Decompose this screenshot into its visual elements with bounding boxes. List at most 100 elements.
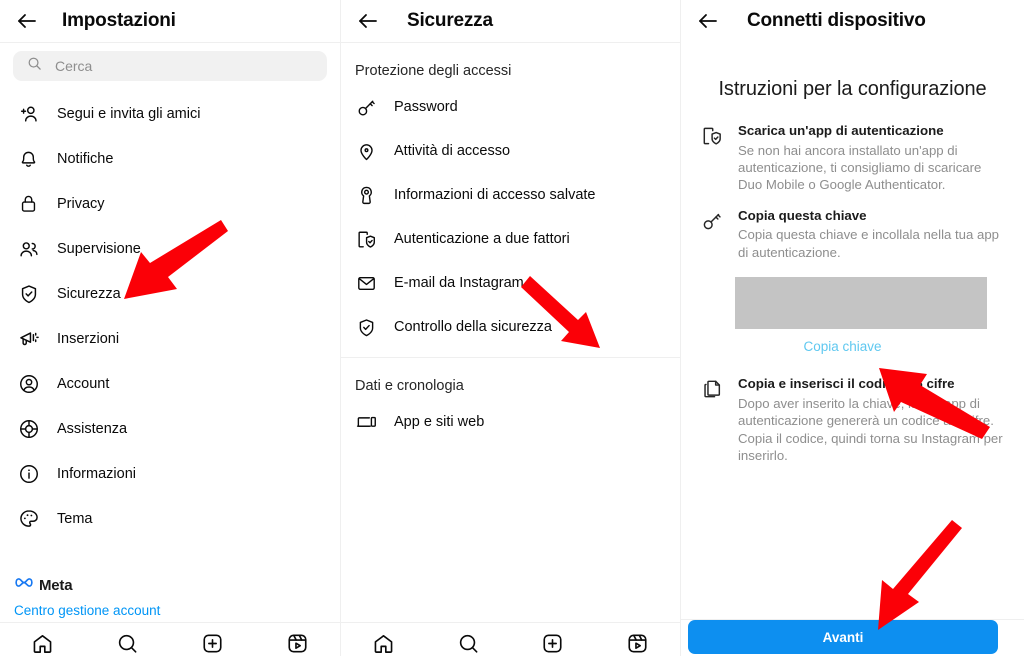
sidebar-item-informazioni[interactable]: Informazioni: [0, 451, 340, 496]
section-title: Dati e cronologia: [355, 378, 464, 394]
reels-icon: [288, 633, 307, 653]
megaphone-icon: [17, 327, 40, 350]
settings-list: Segui e invita gli amici Notifiche Priva…: [0, 81, 340, 541]
instruction-text: Scarica un'app di autenticazione Se non …: [738, 123, 1008, 194]
devices-icon: [355, 411, 377, 433]
screenshot-root: Impostazioni Cerca Segui e invita gli am…: [0, 0, 1024, 656]
add-square-icon: [543, 633, 562, 653]
security-item-app-e-siti-web[interactable]: App e siti web: [341, 400, 680, 444]
account-center-link[interactable]: Centro gestione account: [14, 603, 160, 618]
tab-search[interactable]: [426, 623, 511, 656]
add-square-icon: [203, 633, 222, 653]
copy-icon: [701, 376, 725, 464]
reels-icon: [628, 633, 647, 653]
security-item-attivita-di-accesso[interactable]: Attività di accesso: [341, 129, 680, 173]
security-item-controllo-della-sicurezza[interactable]: Controllo della sicurezza: [341, 305, 680, 349]
sidebar-item-label: Inserzioni: [57, 330, 120, 347]
security-item-informazioni-di-accesso-salvate[interactable]: Informazioni di accesso salvate: [341, 173, 680, 217]
search-placeholder: Cerca: [55, 58, 93, 74]
page-title: Sicurezza: [407, 10, 493, 31]
instruction-description: Copia questa chiave e incollala nella tu…: [738, 227, 1000, 260]
security-section-dati: Dati e cronologia App e siti web: [341, 358, 680, 444]
security-item-autenticazione-a-due-fattori[interactable]: Autenticazione a due fattori: [341, 217, 680, 261]
sidebar-item-label: Informazioni: [57, 465, 136, 482]
security-header: Sicurezza: [341, 0, 680, 42]
bottom-tabbar: [341, 622, 680, 656]
sidebar-item-label: Supervisione: [57, 240, 141, 257]
meta-label: Meta: [39, 576, 73, 594]
two-factor-shield-icon: [701, 123, 725, 194]
sidebar-item-label: Account: [57, 375, 110, 392]
instruction-description: Dopo aver inserito la chiave, la tua app…: [738, 395, 1003, 464]
bell-icon: [17, 147, 40, 170]
copy-key-link[interactable]: Copia chiave: [681, 339, 1008, 354]
sidebar-item-notifiche[interactable]: Notifiche: [0, 136, 340, 181]
security-item-label: E-mail da Instagram: [394, 275, 524, 291]
instruction-step-1: Scarica un'app di autenticazione Se non …: [697, 123, 1008, 194]
settings-panel: Impostazioni Cerca Segui e invita gli am…: [0, 0, 341, 656]
security-item-label: Password: [394, 99, 458, 115]
two-factor-shield-icon: [355, 228, 377, 250]
secret-key-box[interactable]: [735, 277, 987, 330]
people-icon: [17, 237, 40, 260]
instruction-step-3: Copia e inserisci il codice a 6 cifre Do…: [697, 376, 1008, 464]
security-item-label: Autenticazione a due fattori: [394, 231, 570, 247]
search-circle-icon: [118, 634, 137, 653]
search-container: Cerca: [0, 43, 340, 81]
sidebar-item-label: Segui e invita gli amici: [57, 105, 201, 122]
sidebar-item-inserzioni[interactable]: Inserzioni: [0, 316, 340, 361]
security-item-label: App e siti web: [394, 414, 485, 430]
sidebar-item-assistenza[interactable]: Assistenza: [0, 406, 340, 451]
instruction-step-2: Copia questa chiave Copia questa chiave …: [697, 208, 1008, 261]
shield-check-icon: [355, 316, 377, 338]
tab-reels[interactable]: [595, 623, 680, 656]
key-icon: [701, 208, 725, 261]
shield-check-icon: [17, 282, 40, 305]
account-circle-icon: [17, 372, 40, 395]
instruction-text: Copia questa chiave Copia questa chiave …: [738, 208, 1008, 261]
security-item-label: Controllo della sicurezza: [394, 319, 552, 335]
search-input[interactable]: Cerca: [13, 51, 327, 81]
connect-device-body: Istruzioni per la configurazione Scarica…: [681, 78, 1024, 465]
connect-device-panel: Connetti dispositivo Istruzioni per la c…: [681, 0, 1024, 656]
bottom-tabbar: [0, 622, 340, 656]
tab-search[interactable]: [85, 623, 170, 656]
key-icon: [355, 96, 377, 118]
instruction-title: Copia e inserisci il codice a 6 cifre: [738, 376, 955, 392]
meta-footer: Meta Centro gestione account: [14, 576, 160, 619]
tab-home[interactable]: [0, 623, 85, 656]
security-item-password[interactable]: Password: [341, 85, 680, 129]
back-arrow-icon[interactable]: [14, 8, 40, 34]
envelope-icon: [355, 272, 377, 294]
security-item-label: Attività di accesso: [394, 143, 511, 159]
sidebar-item-sicurezza[interactable]: Sicurezza: [0, 271, 340, 316]
instruction-title: Copia questa chiave: [738, 207, 867, 223]
security-section-protezione: Protezione degli accessi Password Attivi…: [341, 43, 680, 349]
lock-icon: [17, 192, 40, 215]
tab-home[interactable]: [341, 623, 426, 656]
sidebar-item-segui-e-invita-gli-amici[interactable]: Segui e invita gli amici: [0, 91, 340, 136]
settings-header: Impostazioni: [0, 0, 340, 42]
next-button[interactable]: Avanti: [688, 620, 998, 654]
section-title: Protezione degli accessi: [355, 63, 512, 79]
sidebar-item-privacy[interactable]: Privacy: [0, 181, 340, 226]
instruction-text: Copia e inserisci il codice a 6 cifre Do…: [738, 376, 1008, 464]
sidebar-item-supervisione[interactable]: Supervisione: [0, 226, 340, 271]
tab-reels[interactable]: [255, 623, 340, 656]
location-pin-icon: [355, 140, 377, 162]
tab-add[interactable]: [170, 623, 255, 656]
instruction-description: Se non hai ancora installato un'app di a…: [738, 142, 982, 193]
setup-instructions-heading: Istruzioni per la configurazione: [718, 78, 987, 100]
meta-infinity-icon: [14, 576, 34, 594]
security-item-label: Informazioni di accesso salvate: [394, 187, 596, 203]
sidebar-item-tema[interactable]: Tema: [0, 496, 340, 541]
sidebar-item-label: Tema: [57, 510, 93, 527]
tab-add[interactable]: [511, 623, 596, 656]
lifebuoy-icon: [17, 417, 40, 440]
page-title: Impostazioni: [62, 10, 176, 31]
back-arrow-icon[interactable]: [695, 8, 721, 34]
security-item-email-da-instagram[interactable]: E-mail da Instagram: [341, 261, 680, 305]
back-arrow-icon[interactable]: [355, 8, 381, 34]
add-person-icon: [17, 102, 40, 125]
sidebar-item-account[interactable]: Account: [0, 361, 340, 406]
